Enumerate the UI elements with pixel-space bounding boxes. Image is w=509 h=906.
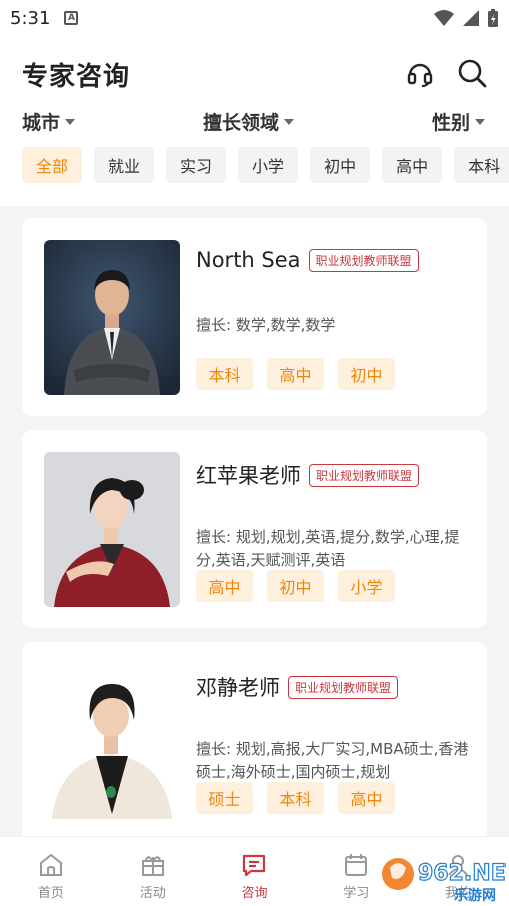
expert-name-text: 红苹果老师 (196, 464, 301, 488)
field-filter[interactable]: 擅长领域 (203, 108, 295, 135)
wifi-icon (434, 10, 454, 26)
home-icon (39, 853, 62, 876)
field-filter-label: 擅长领域 (203, 112, 280, 134)
level-tag[interactable]: 小学 (338, 570, 395, 602)
chat-icon (243, 854, 266, 877)
signal-icon (463, 10, 479, 26)
expert-tags: 高中 初中 小学 (196, 570, 395, 602)
tab-consult-label: 咨询 (241, 886, 268, 901)
tab-home[interactable]: 首页 (0, 837, 102, 906)
notification-icon: A (64, 11, 79, 25)
gender-filter[interactable]: 性别 (432, 108, 486, 135)
level-tag[interactable]: 初中 (338, 358, 395, 390)
expert-name-text: North Sea (196, 248, 301, 272)
expert-tags: 硕士 本科 高中 (196, 782, 395, 814)
chip-internship[interactable]: 实习 (166, 147, 227, 183)
tab-study-label: 学习 (343, 886, 370, 901)
alliance-badge: 职业规划教师联盟 (308, 248, 419, 272)
city-filter-label: 城市 (22, 112, 61, 134)
category-chips: 全部 就业 实习 小学 初中 高中 本科 (22, 147, 509, 183)
expert-name: 红苹果老师 职业规划教师联盟 (196, 460, 420, 490)
caret-down-icon (284, 118, 295, 125)
city-filter[interactable]: 城市 (22, 108, 76, 135)
battery-icon (488, 9, 498, 27)
expert-card[interactable]: 邓静老师 职业规划教师联盟 擅长: 规划,高报,大厂实习,MBA硕士,香港硕士,… (22, 642, 487, 842)
headset-icon[interactable] (405, 58, 435, 88)
tab-mine-label: 我的 (445, 886, 472, 901)
expert-name: North Sea 职业规划教师联盟 (196, 248, 419, 272)
expert-name: 邓静老师 职业规划教师联盟 (196, 672, 399, 702)
chip-undergrad[interactable]: 本科 (454, 147, 509, 183)
expert-photo (44, 664, 180, 819)
level-tag[interactable]: 高中 (338, 782, 395, 814)
level-tag[interactable]: 高中 (267, 358, 324, 390)
chip-junior-high[interactable]: 初中 (310, 147, 371, 183)
page-header: 专家咨询 城市 擅长领域 性别 全部 就业 实习 小学 初中 高中 本科 (0, 36, 509, 206)
expert-photo (44, 452, 180, 607)
tab-study[interactable]: 学习 (305, 837, 407, 906)
search-icon[interactable] (457, 58, 487, 88)
tab-activity-label: 活动 (139, 886, 166, 901)
status-bar: 5:31 A (0, 0, 509, 36)
expert-skills: 擅长: 数学,数学,数学 (196, 316, 336, 334)
tab-home-label: 首页 (37, 886, 64, 901)
alliance-badge: 职业规划教师联盟 (309, 463, 420, 487)
gender-filter-label: 性别 (432, 112, 471, 134)
chip-all[interactable]: 全部 (22, 147, 83, 183)
user-icon (448, 855, 468, 876)
level-tag[interactable]: 本科 (267, 782, 324, 814)
level-tag[interactable]: 初中 (267, 570, 324, 602)
expert-skills: 擅长: 规划,规划,英语,提分,数学,心理,提分,英语,天赋测评,英语 (196, 528, 460, 569)
gift-icon (141, 856, 164, 876)
tab-consult[interactable]: 咨询 (204, 837, 306, 906)
expert-card[interactable]: 红苹果老师 职业规划教师联盟 擅长: 规划,规划,英语,提分,数学,心理,提分,… (22, 430, 487, 628)
calendar-icon (345, 854, 368, 876)
bottom-tab-bar: 首页 活动 咨询 学习 我的 (0, 836, 509, 906)
alliance-badge: 职业规划教师联盟 (288, 675, 399, 699)
expert-skills: 擅长: 规划,高报,大厂实习,MBA硕士,香港硕士,海外硕士,国内硕士,规划 (196, 740, 469, 781)
caret-down-icon (475, 118, 486, 125)
page-title: 专家咨询 (22, 62, 131, 92)
level-tag[interactable]: 硕士 (196, 782, 253, 814)
expert-tags: 本科 高中 初中 (196, 358, 395, 390)
filter-bar: 城市 擅长领域 性别 (0, 108, 509, 138)
tab-activity[interactable]: 活动 (102, 837, 204, 906)
level-tag[interactable]: 高中 (196, 570, 253, 602)
chip-primary[interactable]: 小学 (238, 147, 299, 183)
level-tag[interactable]: 本科 (196, 358, 253, 390)
chip-senior-high[interactable]: 高中 (382, 147, 443, 183)
expert-card[interactable]: North Sea 职业规划教师联盟 擅长: 数学,数学,数学 本科 高中 初中 (22, 218, 487, 416)
caret-down-icon (65, 118, 76, 125)
status-time: 5:31 (10, 7, 51, 29)
tab-mine[interactable]: 我的 (407, 837, 509, 906)
expert-photo (44, 240, 180, 395)
chip-employment[interactable]: 就业 (94, 147, 155, 183)
expert-name-text: 邓静老师 (196, 676, 280, 700)
